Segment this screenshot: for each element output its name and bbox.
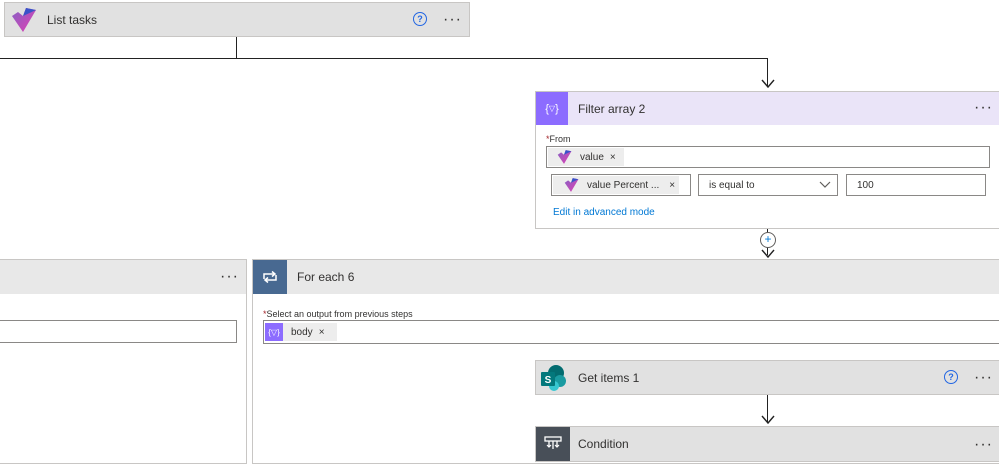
planner-icon bbox=[7, 3, 39, 36]
planner-icon bbox=[557, 150, 572, 164]
condition-left-input[interactable]: value Percent ... × bbox=[551, 174, 691, 196]
get-items-card[interactable]: S Get items 1 ? ··· bbox=[535, 360, 999, 395]
condition-title: Condition bbox=[578, 437, 629, 451]
more-options-button[interactable]: ··· bbox=[974, 437, 993, 453]
condition-token[interactable]: value Percent ... × bbox=[553, 176, 679, 194]
edit-advanced-mode-link[interactable]: Edit in advanced mode bbox=[553, 207, 655, 218]
left-input[interactable] bbox=[0, 320, 237, 343]
connector-line bbox=[236, 37, 237, 59]
sharepoint-icon: S bbox=[536, 361, 569, 394]
list-tasks-title: List tasks bbox=[47, 12, 98, 27]
filter-array-icon: {▽} bbox=[265, 323, 283, 341]
for-each-title: For each 6 bbox=[297, 270, 355, 284]
remove-token-icon[interactable]: × bbox=[669, 180, 675, 191]
more-options-button[interactable]: ··· bbox=[443, 12, 462, 28]
help-icon[interactable]: ? bbox=[944, 370, 958, 384]
from-input[interactable]: value × bbox=[546, 146, 990, 168]
filter-array-icon: {▽} bbox=[536, 92, 568, 125]
get-items-title: Get items 1 bbox=[578, 370, 640, 385]
left-scope-card: ··· bbox=[0, 259, 247, 464]
for-each-header[interactable]: For each 6 bbox=[253, 260, 999, 294]
body-token[interactable]: {▽} body × bbox=[265, 323, 337, 341]
filter-array-card: {▽} Filter array 2 ··· *From value × val… bbox=[535, 91, 999, 229]
help-icon[interactable]: ? bbox=[413, 12, 427, 26]
remove-token-icon[interactable]: × bbox=[319, 327, 325, 338]
select-output-label: *Select an output from previous steps bbox=[263, 309, 413, 319]
connector-line bbox=[0, 58, 768, 59]
operator-select[interactable]: is equal to bbox=[698, 174, 838, 196]
filter-array-header[interactable]: {▽} Filter array 2 bbox=[536, 92, 999, 125]
from-label: *From bbox=[546, 134, 571, 144]
more-options-button[interactable]: ··· bbox=[974, 370, 993, 386]
add-step-icon[interactable]: + bbox=[760, 232, 776, 248]
chevron-down-icon bbox=[819, 181, 831, 188]
filter-array-title: Filter array 2 bbox=[578, 101, 646, 116]
select-output-input[interactable]: {▽} body × bbox=[263, 320, 999, 344]
arrow-down-icon bbox=[761, 79, 775, 89]
condition-card[interactable]: Condition ··· bbox=[535, 426, 999, 462]
planner-icon bbox=[564, 178, 579, 192]
from-token[interactable]: value × bbox=[548, 148, 624, 166]
list-tasks-card[interactable]: List tasks ? ··· bbox=[4, 2, 470, 37]
more-options-button[interactable]: ··· bbox=[974, 100, 993, 116]
condition-value-input[interactable]: 100 bbox=[846, 174, 986, 196]
remove-token-icon[interactable]: × bbox=[610, 152, 616, 163]
arrow-down-icon bbox=[761, 415, 775, 425]
condition-icon bbox=[536, 427, 570, 461]
svg-text:S: S bbox=[544, 375, 551, 386]
left-scope-header[interactable] bbox=[0, 260, 246, 294]
more-options-button[interactable]: ··· bbox=[220, 269, 239, 285]
loop-icon bbox=[253, 260, 287, 294]
